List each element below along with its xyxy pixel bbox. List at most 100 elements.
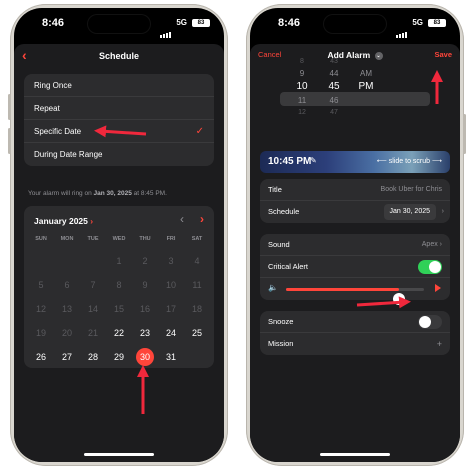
day-cell: 13 <box>54 297 80 321</box>
day-cell: 8 <box>106 273 132 297</box>
home-indicator <box>84 453 154 456</box>
day-cell[interactable]: 28 <box>80 345 106 369</box>
previous-month-icon[interactable]: ‹ <box>180 212 184 226</box>
day-number: 15 <box>113 304 124 314</box>
day-cell: 6 <box>54 273 80 297</box>
option-specific-date[interactable]: Specific Date ✓ <box>24 120 214 143</box>
mission-label: Mission <box>268 339 294 348</box>
critical-alert-toggle[interactable] <box>418 260 442 274</box>
weekday-header: SUN MON TUE WED THU FRI SAT <box>28 236 210 242</box>
snooze-group: Snooze Mission + <box>260 311 450 355</box>
day-number: 9 <box>142 280 148 290</box>
day-number: 4 <box>194 256 200 266</box>
day-cell-selected[interactable]: 30 <box>132 345 158 369</box>
details-group: Title Book Uber for Chris Schedule Jan 3… <box>260 179 450 223</box>
signal-icon <box>160 20 172 38</box>
day-number: 25 <box>191 328 202 338</box>
chevron-right-icon: › <box>441 208 444 215</box>
day-cell[interactable]: 27 <box>54 345 80 369</box>
snooze-toggle[interactable] <box>418 315 442 329</box>
plus-icon[interactable]: + <box>437 333 442 355</box>
month-selector[interactable]: January 2025 › <box>34 216 93 226</box>
day-cell: 5 <box>28 273 54 297</box>
play-icon[interactable] <box>435 284 441 292</box>
day-number: 8 <box>116 280 122 290</box>
volume-slider-row: 🔈 <box>260 278 450 305</box>
dynamic-island <box>324 15 386 33</box>
day-cell: 10 <box>158 273 184 297</box>
hour-wheel[interactable]: 8 9 10 11 12 <box>290 56 314 119</box>
next-month-icon[interactable]: › <box>200 212 204 226</box>
volume-track[interactable] <box>286 288 424 305</box>
day-number: 23 <box>139 328 150 338</box>
pencil-icon[interactable]: ✎ <box>310 156 317 165</box>
add-alarm-screen: 8:46 5G 83 Cancel Add Alarm ⌄ Save 8 9 10 1… <box>250 8 460 462</box>
save-button[interactable]: Save <box>434 50 452 59</box>
option-during-date-range[interactable]: During Date Range <box>24 143 214 166</box>
day-cell[interactable]: 24 <box>158 321 184 345</box>
day-number: 12 <box>35 304 46 314</box>
empty-day-cell <box>80 249 106 273</box>
option-repeat[interactable]: Repeat <box>24 97 214 120</box>
note-prefix: Your alarm will ring on <box>28 190 92 197</box>
day-cell[interactable]: 23 <box>132 321 158 345</box>
volume-fill <box>286 288 400 291</box>
picker-value: 8 <box>300 58 304 65</box>
mission-row[interactable]: Mission + <box>260 333 450 355</box>
day-cell: 21 <box>80 321 106 345</box>
day-number: 21 <box>87 328 98 338</box>
schedule-sheet: ‹ Schedule Ring Once Repeat Specific Dat… <box>14 44 224 462</box>
option-label: Specific Date <box>34 127 82 136</box>
day-cell: 19 <box>28 321 54 345</box>
schedule-options-list: Ring Once Repeat Specific Date ✓ During D… <box>24 74 214 166</box>
option-label: During Date Range <box>34 150 103 159</box>
left-phone: 8:46 5G 83 ‹ Schedule Ring Once Repeat S… <box>8 4 228 466</box>
month-label: January 2025 <box>34 216 88 226</box>
battery-icon: 83 <box>428 19 446 27</box>
day-cell: 1 <box>106 249 132 273</box>
time-picker[interactable]: 8 9 10 11 12 43 44 45 46 47 AM PM <box>280 56 430 146</box>
day-cell[interactable]: 29 <box>106 345 132 369</box>
weekday-label: TUE <box>87 236 99 242</box>
day-number: 20 <box>61 328 72 338</box>
day-number: 22 <box>113 328 124 338</box>
power-button <box>463 114 466 154</box>
title-input[interactable]: Book Uber for Chris <box>381 179 442 201</box>
day-number: 13 <box>61 304 72 314</box>
checkmark-icon: ✓ <box>195 126 204 137</box>
day-cell[interactable]: 25 <box>184 321 210 345</box>
day-cell[interactable]: 22 <box>106 321 132 345</box>
day-number: 1 <box>116 256 122 266</box>
period-wheel[interactable]: AM PM <box>354 56 378 119</box>
option-label: Ring Once <box>34 81 72 90</box>
day-number: 16 <box>139 304 150 314</box>
schedule-date-pill[interactable]: Jan 30, 2025 <box>383 204 436 220</box>
speaker-icon: 🔈 <box>268 283 278 292</box>
schedule-row[interactable]: Schedule Jan 30, 2025 › <box>260 201 450 223</box>
picker-value <box>354 56 378 68</box>
note-date: Jan 30, 2025 <box>93 190 132 197</box>
sound-value: Apex › <box>421 241 442 248</box>
weekday-label: WED <box>112 236 126 242</box>
sound-row-label: Sound <box>268 240 290 249</box>
minute-wheel[interactable]: 43 44 45 46 47 <box>322 56 346 119</box>
picker-value: 46 <box>329 96 339 105</box>
title-row[interactable]: Title Book Uber for Chris <box>260 179 450 201</box>
day-cell[interactable]: 26 <box>28 345 54 369</box>
volume-knob[interactable] <box>393 293 406 305</box>
sound-row[interactable]: Sound Apex › <box>260 234 450 256</box>
status-time: 8:46 <box>278 17 301 29</box>
day-cell[interactable]: 31 <box>158 345 184 369</box>
picker-value: 43 <box>330 58 338 65</box>
critical-alert-row: Critical Alert <box>260 256 450 278</box>
option-ring-once[interactable]: Ring Once <box>24 74 214 97</box>
day-number: 28 <box>87 352 98 362</box>
day-number: 27 <box>61 352 72 362</box>
month-chevron-icon: › <box>90 216 94 226</box>
weekday-label: SAT <box>191 236 203 242</box>
weekday-label: SUN <box>35 236 47 242</box>
signal-icon <box>396 20 408 38</box>
day-cell: 17 <box>158 297 184 321</box>
sound-group: Sound Apex › Critical Alert 🔈 <box>260 234 450 305</box>
time-scrub-bar[interactable]: 10:45 PM ✎ ⟵ slide to scrub ⟶ <box>260 151 450 173</box>
